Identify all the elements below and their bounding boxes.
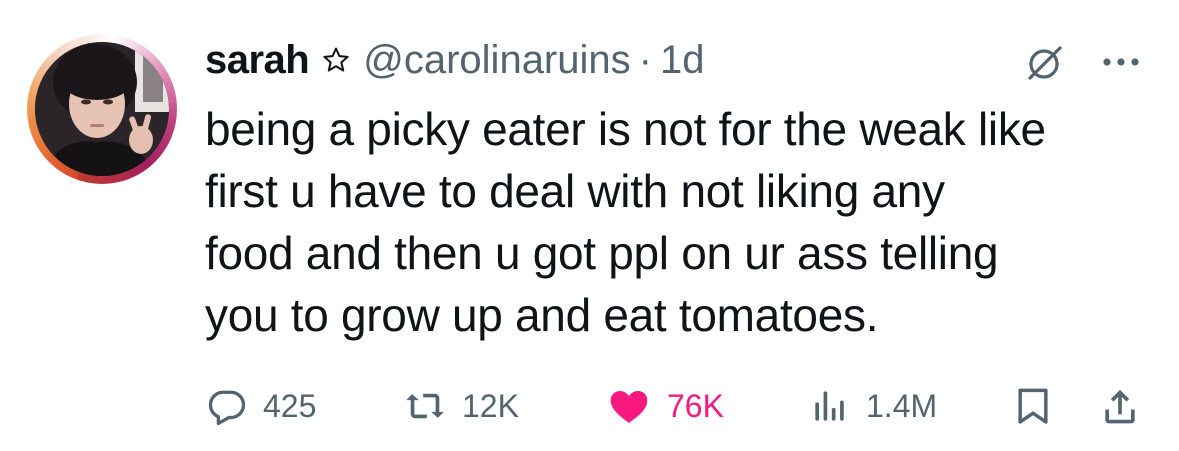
reply-count: 425: [263, 387, 317, 424]
separator-dot: ·: [638, 38, 652, 82]
timestamp[interactable]: 1d: [660, 36, 705, 84]
reply-icon: [205, 384, 249, 428]
reply-button[interactable]: 425: [205, 380, 316, 432]
views-button[interactable]: 1.4M: [808, 380, 937, 432]
star-icon: [321, 45, 351, 75]
more-dots-icon[interactable]: [1097, 42, 1145, 82]
action-bar: 425 12K 76K 1.4M: [205, 380, 1155, 432]
retweet-count: 12K: [462, 387, 519, 424]
bookmark-icon: [1011, 384, 1055, 428]
like-button[interactable]: 76K: [605, 380, 724, 432]
tweet-text: being a picky eater is not for the weak …: [205, 103, 1046, 341]
share-button[interactable]: [1098, 380, 1142, 432]
tweet-card: sarah @carolinaruins · 1d being a picky …: [0, 0, 1179, 451]
bookmark-button[interactable]: [1011, 380, 1055, 432]
views-chart-icon: [808, 384, 852, 428]
tweet-header: sarah @carolinaruins · 1d: [205, 36, 704, 84]
display-name[interactable]: sarah: [205, 36, 310, 84]
avatar[interactable]: [35, 42, 169, 176]
retweet-icon: [402, 384, 448, 428]
like-count: 76K: [667, 387, 724, 424]
handle[interactable]: @carolinaruins: [363, 36, 630, 84]
heart-icon: [605, 384, 653, 428]
edit-slash-icon[interactable]: [1022, 40, 1066, 84]
views-count: 1.4M: [866, 387, 938, 424]
retweet-button[interactable]: 12K: [402, 380, 519, 432]
share-icon: [1098, 384, 1142, 428]
